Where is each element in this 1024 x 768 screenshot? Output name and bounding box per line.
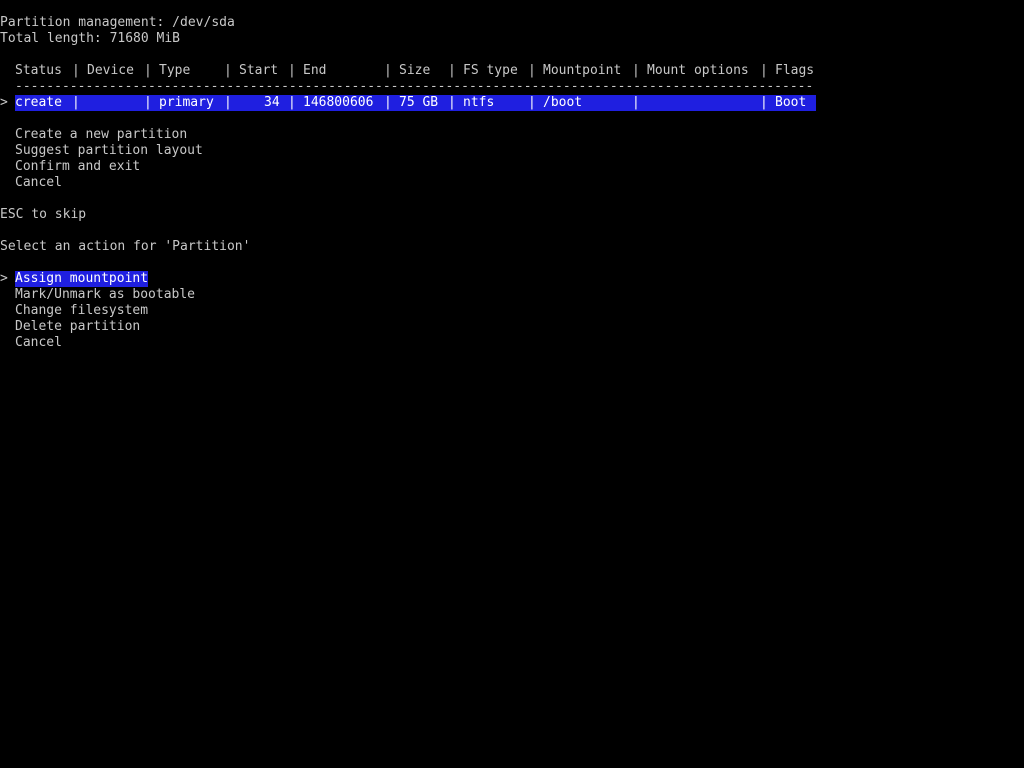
column-header-flags: Flags	[775, 63, 815, 78]
column-header-mountpoint: Mountpoint	[543, 63, 622, 78]
column-separator: |	[760, 95, 768, 110]
action-cursor: >	[0, 271, 8, 286]
column-header-device: Device	[87, 63, 134, 78]
cell-status: create	[15, 95, 62, 110]
column-header-size: Size	[399, 63, 431, 78]
column-header-start: Start	[239, 63, 279, 78]
terminal-screen: Partition management: /dev/sda Total len…	[0, 0, 1024, 768]
action-prompt: Select an action for 'Partition'	[0, 239, 251, 254]
cell-size: 75 GB	[399, 95, 439, 110]
column-separator: |	[384, 63, 392, 78]
table-header: Status | Device | Type | Start | End | S…	[0, 63, 1024, 79]
column-separator: |	[72, 95, 80, 110]
table-row[interactable]: > create | | primary | 34 | 146800606 | …	[0, 95, 1024, 111]
column-header-mount-options: Mount options	[647, 63, 749, 78]
column-separator: |	[448, 95, 456, 110]
menu-item-suggest-layout[interactable]: Suggest partition layout	[15, 143, 203, 159]
column-header-fs-type: FS type	[463, 63, 518, 78]
table-divider: ----------------------------------------…	[15, 79, 814, 94]
menu-item-confirm-exit[interactable]: Confirm and exit	[15, 159, 140, 175]
column-separator: |	[632, 63, 640, 78]
cell-start: 34	[264, 95, 280, 110]
cell-type: primary	[159, 95, 214, 110]
column-separator: |	[632, 95, 640, 110]
menu-item-create-partition[interactable]: Create a new partition	[15, 127, 187, 143]
column-separator: |	[224, 63, 232, 78]
cell-end: 146800606	[303, 95, 374, 110]
cell-fs-type: ntfs	[463, 95, 495, 110]
page-title: Partition management: /dev/sda	[0, 15, 235, 30]
column-separator: |	[528, 63, 536, 78]
action-item-cancel[interactable]: Cancel	[15, 335, 62, 351]
action-item-change-filesystem[interactable]: Change filesystem	[15, 303, 148, 319]
cell-mountpoint: /boot	[543, 95, 583, 110]
column-header-end: End	[303, 63, 327, 78]
column-header-status: Status	[15, 63, 62, 78]
column-separator: |	[288, 95, 296, 110]
column-separator: |	[528, 95, 536, 110]
column-header-type: Type	[159, 63, 191, 78]
menu-item-cancel[interactable]: Cancel	[15, 175, 62, 191]
skip-hint: ESC to skip	[0, 207, 87, 222]
row-cursor: >	[0, 95, 8, 110]
column-separator: |	[760, 63, 768, 78]
action-item-assign-mountpoint[interactable]: Assign mountpoint	[15, 271, 149, 287]
column-separator: |	[72, 63, 80, 78]
column-separator: |	[384, 95, 392, 110]
action-item-delete-partition[interactable]: Delete partition	[15, 319, 140, 335]
column-separator: |	[224, 95, 232, 110]
total-length: Total length: 71680 MiB	[0, 31, 181, 46]
column-separator: |	[288, 63, 296, 78]
column-separator: |	[448, 63, 456, 78]
column-separator: |	[144, 95, 152, 110]
column-separator: |	[144, 63, 152, 78]
cell-flags: Boot	[775, 95, 807, 110]
action-item-toggle-bootable[interactable]: Mark/Unmark as bootable	[15, 287, 195, 303]
